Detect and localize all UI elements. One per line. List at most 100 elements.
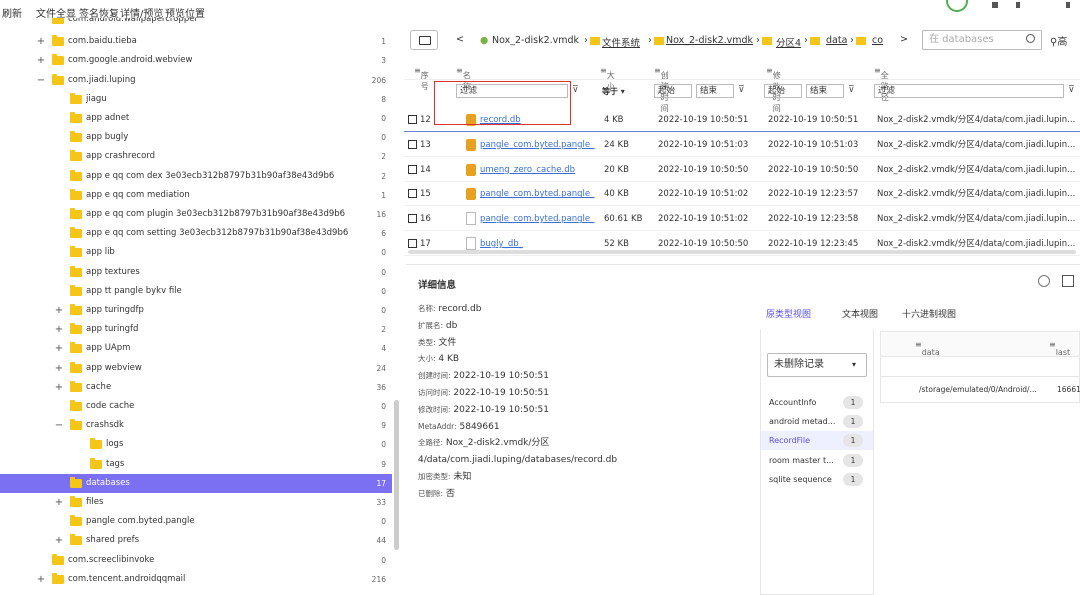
expand-icon[interactable]: +: [54, 320, 64, 339]
expand-icon[interactable]: +: [54, 359, 64, 378]
key-icon[interactable]: [1016, 2, 1020, 8]
tree-item[interactable]: app adnet 0: [0, 109, 392, 128]
col-size[interactable]: ≡ 大小: [600, 66, 615, 91]
cell-name[interactable]: umeng_zero_cache.db: [480, 158, 595, 182]
tree-item[interactable]: logs 0: [0, 435, 392, 454]
db-table-item[interactable]: RecordFile 1: [761, 431, 873, 451]
user-icon[interactable]: [992, 2, 998, 8]
tree-item[interactable]: app lib 0: [0, 243, 392, 262]
tree-item[interactable]: + cache 36: [0, 378, 392, 397]
size-operator[interactable]: 等于 ▾: [602, 86, 625, 97]
tree-item[interactable]: databases 17: [0, 473, 392, 493]
panel-toggle-icon[interactable]: [1062, 275, 1074, 287]
row-checkbox[interactable]: [408, 214, 417, 224]
folder-toggle-button[interactable]: [410, 30, 438, 50]
expand-icon[interactable]: +: [54, 339, 64, 358]
col-fullpath[interactable]: ≡ 全路径: [874, 66, 889, 102]
db-table-item[interactable]: sqlite sequence 1: [761, 470, 873, 489]
menu-icon[interactable]: [1066, 2, 1070, 8]
gear-icon[interactable]: [1038, 275, 1050, 287]
tree-item[interactable]: app textures 0: [0, 263, 392, 282]
table-row[interactable]: 13 pangle_com.byted.pangle_ 24 KB 2022-10-1…: [404, 133, 1080, 157]
tree-item[interactable]: com.android.wallpapercropper: [0, 18, 392, 29]
filter-icon[interactable]: ⊽: [1068, 85, 1075, 95]
expand-icon[interactable]: +: [54, 531, 64, 550]
expand-icon[interactable]: +: [36, 570, 46, 589]
tree-item[interactable]: + app webview 24: [0, 359, 392, 378]
table-row[interactable]: 15 pangle_com.byted.pangle_ 40 KB 2022-10-1…: [404, 182, 1080, 207]
crumb-disk[interactable]: Nox_2-disk2.vmdk: [492, 35, 579, 46]
grid-row[interactable]: /storage/emulated/0/Android/... 16661: [880, 377, 1080, 403]
tab-text-view[interactable]: 文本视图: [842, 307, 878, 320]
db-table-item[interactable]: room master t... 1: [761, 451, 873, 470]
row-checkbox[interactable]: [408, 139, 417, 149]
cell-name[interactable]: pangle_com.byted.pangle_: [480, 133, 595, 157]
tree-item[interactable]: app bugly 0: [0, 128, 392, 147]
grid-col-last[interactable]: ≡ last: [1049, 340, 1070, 357]
modified-end-input[interactable]: 结束: [806, 84, 844, 98]
expand-icon[interactable]: +: [54, 301, 64, 320]
tree-scrollbar[interactable]: [394, 400, 399, 550]
status-circle-icon[interactable]: [946, 0, 968, 12]
tree-item[interactable]: app e qq com plugin 3e03ecb312b8797b31b9…: [0, 205, 392, 224]
cell-name[interactable]: pangle_com.byted.pangle_: [480, 182, 595, 206]
db-table-item[interactable]: android metad... 1: [761, 412, 873, 431]
row-checkbox[interactable]: [408, 189, 417, 199]
tree-item[interactable]: + shared prefs 44: [0, 531, 392, 550]
tree-item[interactable]: pangle com.byted.pangle 0: [0, 512, 392, 531]
tree-item[interactable]: − com.jiadi.luping 206: [0, 71, 392, 90]
back-button[interactable]: <: [456, 34, 464, 45]
grid-col-data[interactable]: ≡ data: [915, 340, 940, 357]
tree-item[interactable]: + app UApm 4: [0, 339, 392, 358]
modified-start-input[interactable]: 起始: [764, 84, 802, 98]
tree-item[interactable]: app e qq com dex 3e03ecb312b8797b31b90af…: [0, 167, 392, 186]
tree-item[interactable]: app e qq com mediation 1: [0, 186, 392, 205]
row-checkbox[interactable]: [408, 239, 417, 248]
row-checkbox[interactable]: [408, 115, 417, 124]
tree-item[interactable]: com.screeclibinvoke 0: [0, 551, 392, 570]
search-input[interactable]: 在 databases: [922, 30, 1042, 50]
expand-icon[interactable]: +: [36, 51, 46, 70]
tree-item[interactable]: app crashrecord 2: [0, 147, 392, 166]
table-row[interactable]: 16 pangle_com.byted.pangle_ 60.61 KB 2022-1…: [404, 207, 1080, 232]
db-table-item[interactable]: AccountInfo 1: [761, 393, 873, 412]
tree-item[interactable]: − crashsdk 9: [0, 416, 392, 435]
filter-icon[interactable]: ⊽: [572, 85, 579, 95]
record-type-select[interactable]: 未删除记录 ▾: [767, 353, 867, 377]
collapse-icon[interactable]: −: [54, 416, 64, 435]
tab-hex-view[interactable]: 十六进制视图: [902, 307, 956, 320]
crumb-co[interactable]: co: [872, 35, 883, 46]
tree-item[interactable]: + com.tencent.androidqqmail 216: [0, 570, 392, 589]
expand-icon[interactable]: +: [54, 493, 64, 512]
cell-name[interactable]: pangle_com.byted.pangle_: [480, 207, 595, 231]
filter-icon[interactable]: ⊽: [848, 85, 855, 95]
tree-item[interactable]: + app turingdfp 0: [0, 301, 392, 320]
tree-item[interactable]: + com.baidu.tieba 1: [0, 32, 392, 51]
crumb-data[interactable]: data: [826, 35, 847, 46]
tree-item[interactable]: app tt pangle bykv file 0: [0, 282, 392, 301]
created-start-input[interactable]: 起始: [654, 84, 692, 98]
tree-item[interactable]: tags 9: [0, 455, 392, 474]
tree-item[interactable]: code cache 0: [0, 397, 392, 416]
crumb-partition[interactable]: 分区4: [776, 35, 801, 49]
col-name[interactable]: ≡ 名称: [456, 66, 471, 91]
grid-filter-row[interactable]: [880, 357, 1080, 377]
expand-icon[interactable]: +: [36, 32, 46, 51]
collapse-icon[interactable]: −: [36, 71, 46, 90]
row-checkbox[interactable]: [408, 164, 417, 174]
crumb-filesystem[interactable]: 文件系统: [602, 35, 640, 49]
col-seq[interactable]: ≡ 序号: [414, 66, 429, 91]
horizontal-scrollbar[interactable]: [408, 250, 1076, 254]
tree-item[interactable]: jiagu 8: [0, 90, 392, 109]
tree-item[interactable]: app e qq com setting 3e03ecb312b8797b31b…: [0, 224, 392, 243]
tree-item[interactable]: + files 33: [0, 493, 392, 512]
filter-icon[interactable]: ⊽: [738, 85, 745, 95]
crumb-vmdk[interactable]: Nox_2-disk2.vmdk: [666, 35, 753, 46]
table-row[interactable]: 14 umeng_zero_cache.db 20 KB 2022-10-19 10:…: [404, 158, 1080, 182]
col-created[interactable]: ≡ 创建时间: [654, 66, 669, 113]
advanced-search-button[interactable]: ⚲高: [1050, 33, 1067, 48]
tree-item[interactable]: + com.google.android.webview 3: [0, 51, 392, 70]
forward-button[interactable]: >: [900, 34, 908, 45]
expand-icon[interactable]: +: [54, 378, 64, 397]
created-end-input[interactable]: 结束: [696, 84, 734, 98]
